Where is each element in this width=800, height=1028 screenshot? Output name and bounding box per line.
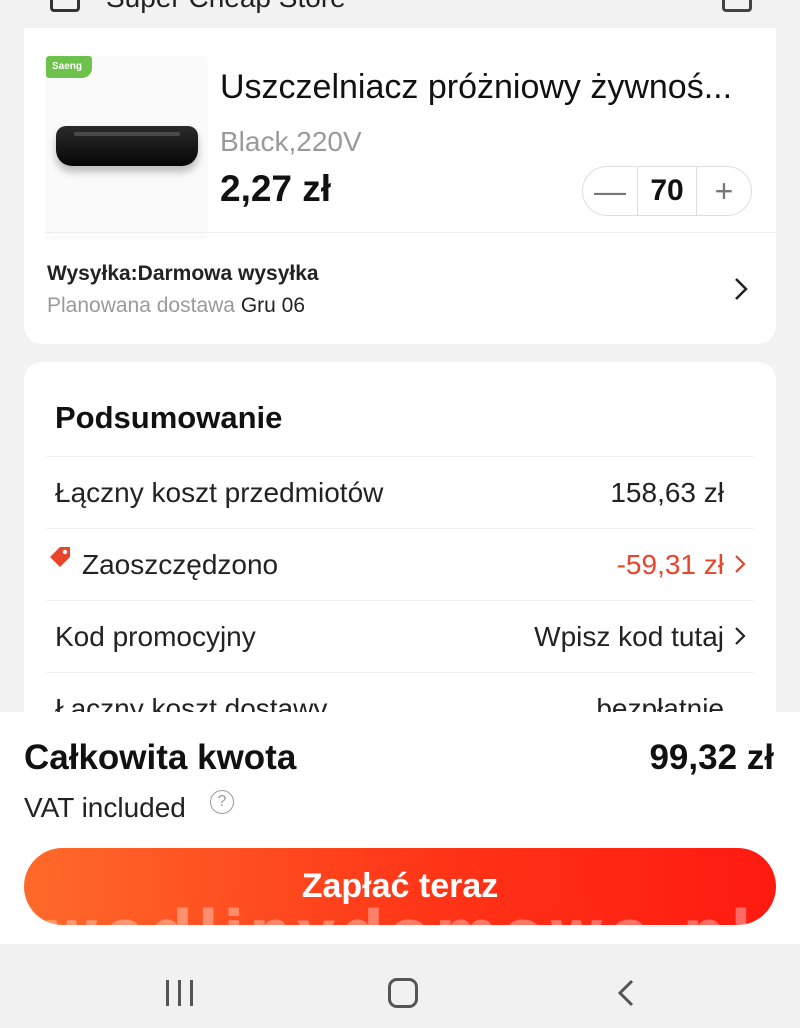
pay-now-button[interactable]: Zapłać teraz bbox=[24, 848, 776, 925]
vacuum-sealer-image bbox=[56, 126, 198, 166]
chevron-right-icon[interactable] bbox=[734, 553, 746, 575]
plus-icon[interactable]: + bbox=[697, 167, 751, 215]
chevron-right-icon[interactable] bbox=[732, 276, 750, 302]
brand-badge: Saeng bbox=[46, 56, 92, 78]
back-icon[interactable] bbox=[616, 978, 636, 1008]
home-icon[interactable] bbox=[388, 978, 418, 1008]
store-icon bbox=[50, 0, 80, 12]
row-label: Zaoszczędzono bbox=[82, 548, 279, 580]
vat-label: VAT included bbox=[24, 792, 186, 823]
total-value: 99,32 zł bbox=[649, 738, 774, 777]
recent-apps-icon[interactable] bbox=[166, 980, 194, 1006]
delivery-date: Gru 06 bbox=[240, 294, 306, 317]
promo-code-input[interactable]: Wpisz kod tutaj bbox=[534, 621, 724, 653]
chevron-right-icon[interactable] bbox=[734, 625, 746, 647]
summary-row-savings[interactable]: Zaoszczędzono -59,31 zł bbox=[46, 528, 754, 600]
android-nav-bar bbox=[0, 944, 800, 1028]
edit-icon[interactable] bbox=[722, 0, 752, 12]
delivery-estimate: Planowana dostawa Gru 06 bbox=[47, 294, 305, 318]
product-price: 2,27 zł bbox=[220, 168, 332, 209]
product-title[interactable]: Uszczelniacz próżniowy żywnoś... bbox=[220, 68, 760, 107]
row-label: Kod promocyjny bbox=[55, 620, 256, 652]
product-card: Saeng Uszczelniacz próżniowy żywnoś... B… bbox=[24, 28, 776, 344]
product-variant[interactable]: Black,220V bbox=[220, 126, 362, 158]
row-label: Łączny koszt przedmiotów bbox=[55, 476, 384, 508]
store-header[interactable]: Super Cheap Store bbox=[0, 0, 800, 16]
delivery-prefix: Planowana dostawa bbox=[47, 294, 235, 317]
row-value: 158,63 zł bbox=[610, 476, 724, 508]
checkout-footer: Całkowita kwota 99,32 zł VAT included ? … bbox=[0, 712, 800, 944]
summary-row-promo-code[interactable]: Kod promocyjny Wpisz kod tutaj bbox=[46, 600, 754, 672]
minus-icon[interactable]: — bbox=[583, 167, 637, 215]
store-name[interactable]: Super Cheap Store bbox=[106, 0, 346, 14]
total-label: Całkowita kwota bbox=[24, 738, 297, 777]
help-icon[interactable]: ? bbox=[210, 790, 234, 814]
shipping-label[interactable]: Wysyłka:Darmowa wysyłka bbox=[47, 262, 319, 286]
summary-title: Podsumowanie bbox=[55, 400, 283, 435]
summary-card: Podsumowanie Łączny koszt przedmiotów 15… bbox=[24, 362, 776, 762]
quantity-stepper[interactable]: — 70 + bbox=[582, 166, 752, 216]
summary-row-items-cost: Łączny koszt przedmiotów 158,63 zł bbox=[46, 456, 754, 528]
divider bbox=[44, 232, 776, 233]
price-tag-icon bbox=[50, 547, 70, 567]
row-value: -59,31 zł bbox=[616, 548, 724, 580]
product-thumbnail[interactable]: Saeng bbox=[46, 56, 208, 240]
quantity-value[interactable]: 70 bbox=[637, 167, 697, 215]
